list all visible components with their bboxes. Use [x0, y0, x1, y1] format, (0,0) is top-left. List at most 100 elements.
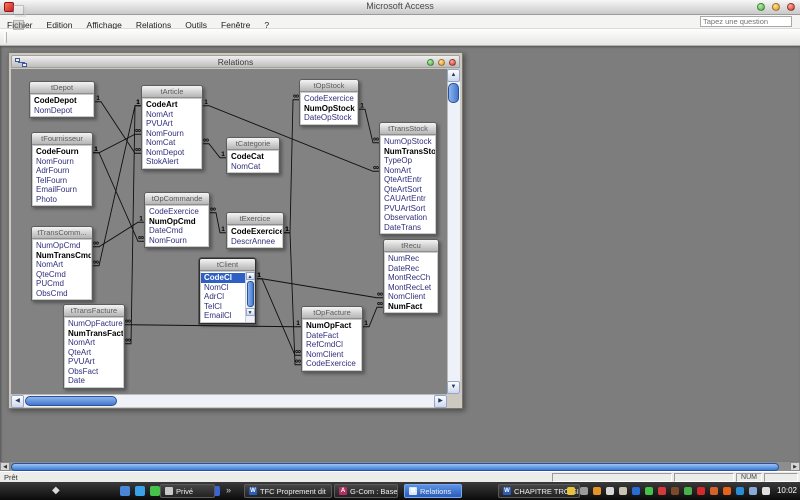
- table-title[interactable]: tOpFacture: [302, 307, 362, 319]
- table-tArticle[interactable]: tArticleCodeArtNomArtPVUArtNomFournNomCa…: [141, 85, 203, 170]
- tray-icon[interactable]: [593, 487, 601, 495]
- field-CodeExercice[interactable]: CodeExercice: [228, 227, 282, 237]
- horizontal-scroll-thumb[interactable]: [25, 396, 117, 406]
- field-NomArt[interactable]: NomArt: [381, 166, 435, 176]
- field-NomDepot[interactable]: NomDepot: [143, 148, 201, 158]
- scroll-down-icon[interactable]: ▼: [246, 308, 255, 316]
- field-PVUArtSort[interactable]: PVUArtSort: [381, 204, 435, 214]
- field-NomFourn[interactable]: NomFourn: [146, 236, 208, 246]
- field-CodeCat[interactable]: CodeCat: [228, 152, 278, 162]
- tray-icon[interactable]: [567, 487, 575, 495]
- field-CodeExercice[interactable]: CodeExercice: [301, 94, 357, 104]
- taskbar-button-tfc-proprement-dit[interactable]: WTFC Proprement dit: [244, 484, 332, 498]
- field-ObsCmd[interactable]: ObsCmd: [33, 289, 91, 299]
- field-DateOpStock[interactable]: DateOpStock: [301, 113, 357, 123]
- quicklaunch-desktop-icon[interactable]: [120, 486, 130, 496]
- table-tCategorie[interactable]: tCategorieCodeCatNomCat: [226, 137, 280, 174]
- table-title[interactable]: tArticle: [142, 86, 202, 98]
- field-ObsFact[interactable]: ObsFact: [65, 367, 123, 377]
- field-CodeExercice[interactable]: CodeExercice: [146, 207, 208, 217]
- field-MontRecCh[interactable]: MontRecCh: [385, 273, 437, 283]
- close-button[interactable]: [787, 3, 795, 11]
- tray-icon[interactable]: [684, 487, 692, 495]
- field-CodeArt[interactable]: CodeArt: [143, 100, 201, 110]
- field-EmailCl[interactable]: EmailCl: [201, 311, 245, 321]
- field-AdrCl[interactable]: AdrCl: [201, 292, 245, 302]
- tray-icon[interactable]: [632, 487, 640, 495]
- table-tTransStock[interactable]: tTransStockNumOpStockNumTransStockTypeOp…: [379, 122, 437, 235]
- table-tFournisseur[interactable]: tFournisseurCodeFournNomFournAdrFournTel…: [31, 132, 93, 207]
- field-MontRecLet[interactable]: MontRecLet: [385, 283, 437, 293]
- field-NomArt[interactable]: NomArt: [143, 110, 201, 120]
- tray-icon[interactable]: [580, 487, 588, 495]
- relationships-canvas[interactable]: 1∞1∞1∞1∞1∞1∞1∞1∞1∞1∞1∞1∞1∞1∞1∞1∞tDepotCo…: [11, 69, 447, 394]
- relationship-line[interactable]: [125, 325, 301, 327]
- table-title[interactable]: tTransComm...: [32, 227, 92, 239]
- field-CodeDepot[interactable]: CodeDepot: [31, 96, 93, 106]
- field-DateCmd[interactable]: DateCmd: [146, 226, 208, 236]
- quicklaunch-overflow-chevron[interactable]: »: [226, 485, 231, 495]
- table-tTransFacture[interactable]: tTransFactureNumOpFactureNumTransFactNom…: [63, 304, 125, 389]
- field-PVUArt[interactable]: PVUArt: [65, 357, 123, 367]
- field-NomFourn[interactable]: NomFourn: [33, 157, 91, 167]
- field-NomCat[interactable]: NomCat: [143, 138, 201, 148]
- field-NumOpStock[interactable]: NumOpStock: [381, 137, 435, 147]
- relationship-line[interactable]: [93, 134, 141, 153]
- field-NumOpFacture[interactable]: NumOpFacture: [65, 319, 123, 329]
- table-tRecu[interactable]: tRecuNumRecDateRecMontRecChMontRecLetNom…: [383, 239, 439, 314]
- field-DescrAnnee[interactable]: DescrAnnee: [228, 237, 282, 247]
- field-NumOpCmd[interactable]: NumOpCmd: [146, 217, 208, 227]
- table-title[interactable]: tOpCommande: [145, 193, 209, 205]
- app-scroll-thumb[interactable]: [11, 463, 779, 471]
- table-title[interactable]: tTransStock: [380, 123, 436, 135]
- taskbar-button-priv[interactable]: Privé: [160, 484, 215, 498]
- table-title[interactable]: tFournisseur: [32, 133, 92, 145]
- maximize-button[interactable]: [772, 3, 780, 11]
- field-QteArt[interactable]: QteArt: [65, 348, 123, 358]
- question-box[interactable]: ▼: [700, 16, 792, 27]
- field-TelCl[interactable]: TelCl: [201, 302, 245, 312]
- field-NumOpStock[interactable]: NumOpStock: [301, 104, 357, 114]
- field-DateFact[interactable]: DateFact: [303, 331, 361, 341]
- table-tOpFacture[interactable]: tOpFactureNumOpFactDateFactRefCmdClNomCl…: [301, 306, 363, 372]
- field-NomArt[interactable]: NomArt: [33, 260, 91, 270]
- relationship-line[interactable]: [93, 153, 144, 242]
- field-QteArtSort[interactable]: QteArtSort: [381, 185, 435, 195]
- field-QteArtEntr[interactable]: QteArtEntr: [381, 175, 435, 185]
- field-NumOpFact[interactable]: NumOpFact: [303, 321, 361, 331]
- field-NumFact[interactable]: NumFact: [385, 302, 437, 312]
- relations-title-bar[interactable]: Relations: [11, 55, 460, 68]
- quicklaunch-media-icon[interactable]: [150, 486, 160, 496]
- field-NomCl[interactable]: NomCl: [201, 283, 245, 293]
- minimize-button[interactable]: [757, 3, 765, 11]
- taskbar-button-relations[interactable]: ⊞Relations: [404, 484, 462, 498]
- table-tOpStock[interactable]: tOpStock CodeExerciceNumOpStockDateOpStoc…: [299, 79, 359, 126]
- scroll-left-icon[interactable]: ◀: [11, 395, 24, 408]
- field-NomFourn[interactable]: NomFourn: [143, 129, 201, 139]
- field-EmailFourn[interactable]: EmailFourn: [33, 185, 91, 195]
- tray-icon[interactable]: [762, 487, 770, 495]
- table-title[interactable]: tExercice: [227, 213, 283, 225]
- field-DateTrans[interactable]: DateTrans: [381, 223, 435, 233]
- canvas-vertical-scrollbar[interactable]: ▲ ▼: [447, 69, 460, 394]
- field-NumOpCmd[interactable]: NumOpCmd: [33, 241, 91, 251]
- scroll-down-icon[interactable]: ▼: [447, 381, 460, 394]
- table-title[interactable]: tTransFacture: [64, 305, 124, 317]
- field-PUCmd[interactable]: PUCmd: [33, 279, 91, 289]
- field-Photo[interactable]: Photo: [33, 195, 91, 205]
- scroll-right-icon[interactable]: ▶: [790, 462, 800, 471]
- table-scrollbar[interactable]: ▲▼: [245, 272, 254, 322]
- app-horizontal-scrollbar[interactable]: ◀ ▶: [0, 462, 800, 471]
- field-DateRec[interactable]: DateRec: [385, 264, 437, 274]
- field-NomClient[interactable]: NomClient: [303, 350, 361, 360]
- tray-icon[interactable]: [736, 487, 744, 495]
- canvas-horizontal-scrollbar[interactable]: ◀ ▶: [11, 394, 447, 407]
- field-NumTransCmd[interactable]: NumTransCmd: [33, 251, 91, 261]
- field-NomArt[interactable]: NomArt: [65, 338, 123, 348]
- quicklaunch-browser-icon[interactable]: [135, 486, 145, 496]
- table-scroll-thumb[interactable]: [247, 281, 254, 307]
- table-title[interactable]: tOpStock: [300, 80, 358, 92]
- tray-icon[interactable]: [619, 487, 627, 495]
- question-input[interactable]: [701, 17, 800, 26]
- field-CAUArtEntr[interactable]: CAUArtEntr: [381, 194, 435, 204]
